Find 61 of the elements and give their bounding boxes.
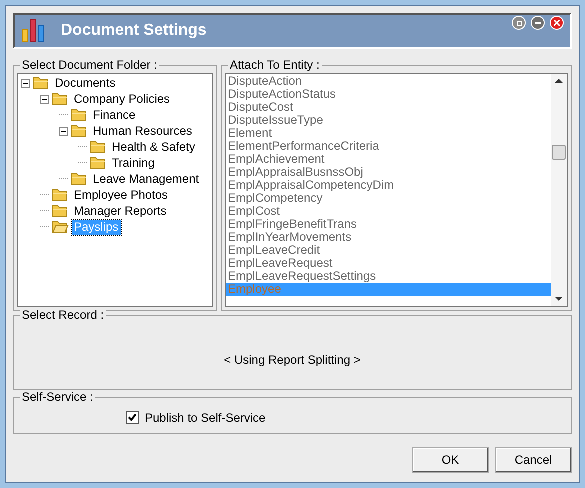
- collapse-toggle[interactable]: [21, 78, 30, 88]
- tree-item[interactable]: Leave Management: [91, 172, 202, 186]
- collapse-toggle[interactable]: [40, 94, 49, 104]
- folder-icon: [71, 172, 88, 186]
- tree-item[interactable]: Finance: [91, 108, 138, 122]
- folder-icon: [52, 204, 69, 218]
- folder-icon: [90, 140, 107, 154]
- minus-icon: [23, 80, 28, 86]
- list-item[interactable]: EmplAchievement: [226, 153, 551, 166]
- folder-icon: [71, 108, 88, 122]
- scrollbar-thumb[interactable]: [552, 145, 566, 160]
- list-item[interactable]: EmplLeaveCredit: [226, 244, 551, 257]
- group-label: Select Record :: [20, 308, 106, 322]
- group-label: Self-Service :: [20, 390, 96, 404]
- list-item[interactable]: DisputeIssueType: [226, 114, 551, 127]
- folder-icon: [71, 124, 88, 138]
- group-label: Select Document Folder :: [20, 58, 160, 72]
- folder-icon: [52, 188, 69, 202]
- list-item[interactable]: EmplInYearMovements: [226, 231, 551, 244]
- checkbox[interactable]: [126, 411, 139, 424]
- tree-item[interactable]: Health & Safety: [110, 140, 198, 154]
- close-button[interactable]: [550, 16, 564, 30]
- list-item[interactable]: EmplAppraisalBusnssObj: [226, 166, 551, 179]
- checkbox-label: Publish to Self-Service: [145, 410, 266, 426]
- group-label: Attach To Entity :: [228, 58, 322, 72]
- list-item[interactable]: EmplAppraisalCompetencyDim: [226, 179, 551, 192]
- dialog-button[interactable]: Cancel: [496, 448, 571, 472]
- minus-icon: [61, 128, 66, 134]
- folder-icon: [52, 92, 69, 106]
- dialog-button[interactable]: OK: [413, 448, 488, 472]
- minimize-button[interactable]: [531, 16, 545, 30]
- minus-icon: [42, 96, 47, 102]
- folder-icon: [33, 76, 50, 90]
- list-item[interactable]: EmplLeaveRequest: [226, 257, 551, 270]
- restore-button[interactable]: [512, 16, 526, 30]
- open-folder-icon: [52, 220, 69, 234]
- tree-item[interactable]: Payslips: [72, 220, 121, 234]
- tree-item[interactable]: Employee Photos: [72, 188, 170, 202]
- collapse-toggle[interactable]: [59, 126, 68, 136]
- list-item[interactable]: DisputeCost: [226, 101, 551, 114]
- scroll-up-arrow-icon[interactable]: [555, 78, 563, 83]
- list-item[interactable]: EmplCost: [226, 205, 551, 218]
- tree-item[interactable]: Company Policies: [72, 92, 172, 106]
- tree-item[interactable]: Training: [110, 156, 157, 170]
- list-item[interactable]: DisputeActionStatus: [226, 88, 551, 101]
- list-item[interactable]: DisputeAction: [226, 75, 551, 88]
- scroll-down-arrow-icon[interactable]: [555, 297, 563, 302]
- list-item[interactable]: Element: [226, 127, 551, 140]
- folder-icon: [90, 156, 107, 170]
- list-item[interactable]: EmplCompetency: [226, 192, 551, 205]
- list-item[interactable]: EmplFringeBenefitTrans: [226, 218, 551, 231]
- bar-chart-icon: [21, 18, 47, 44]
- close-icon: [554, 20, 560, 26]
- tree-item[interactable]: Documents: [53, 76, 118, 90]
- tree-item[interactable]: Human Resources: [91, 124, 194, 138]
- tree-item[interactable]: Manager Reports: [72, 204, 169, 218]
- scrollbar[interactable]: [551, 74, 567, 306]
- list-item[interactable]: EmplLeaveRequestSettings: [226, 270, 551, 283]
- record-status-text: < Using Report Splitting >: [224, 352, 361, 368]
- list-item[interactable]: ElementPerformanceCriteria: [226, 140, 551, 153]
- window-title: Document Settings: [61, 21, 207, 41]
